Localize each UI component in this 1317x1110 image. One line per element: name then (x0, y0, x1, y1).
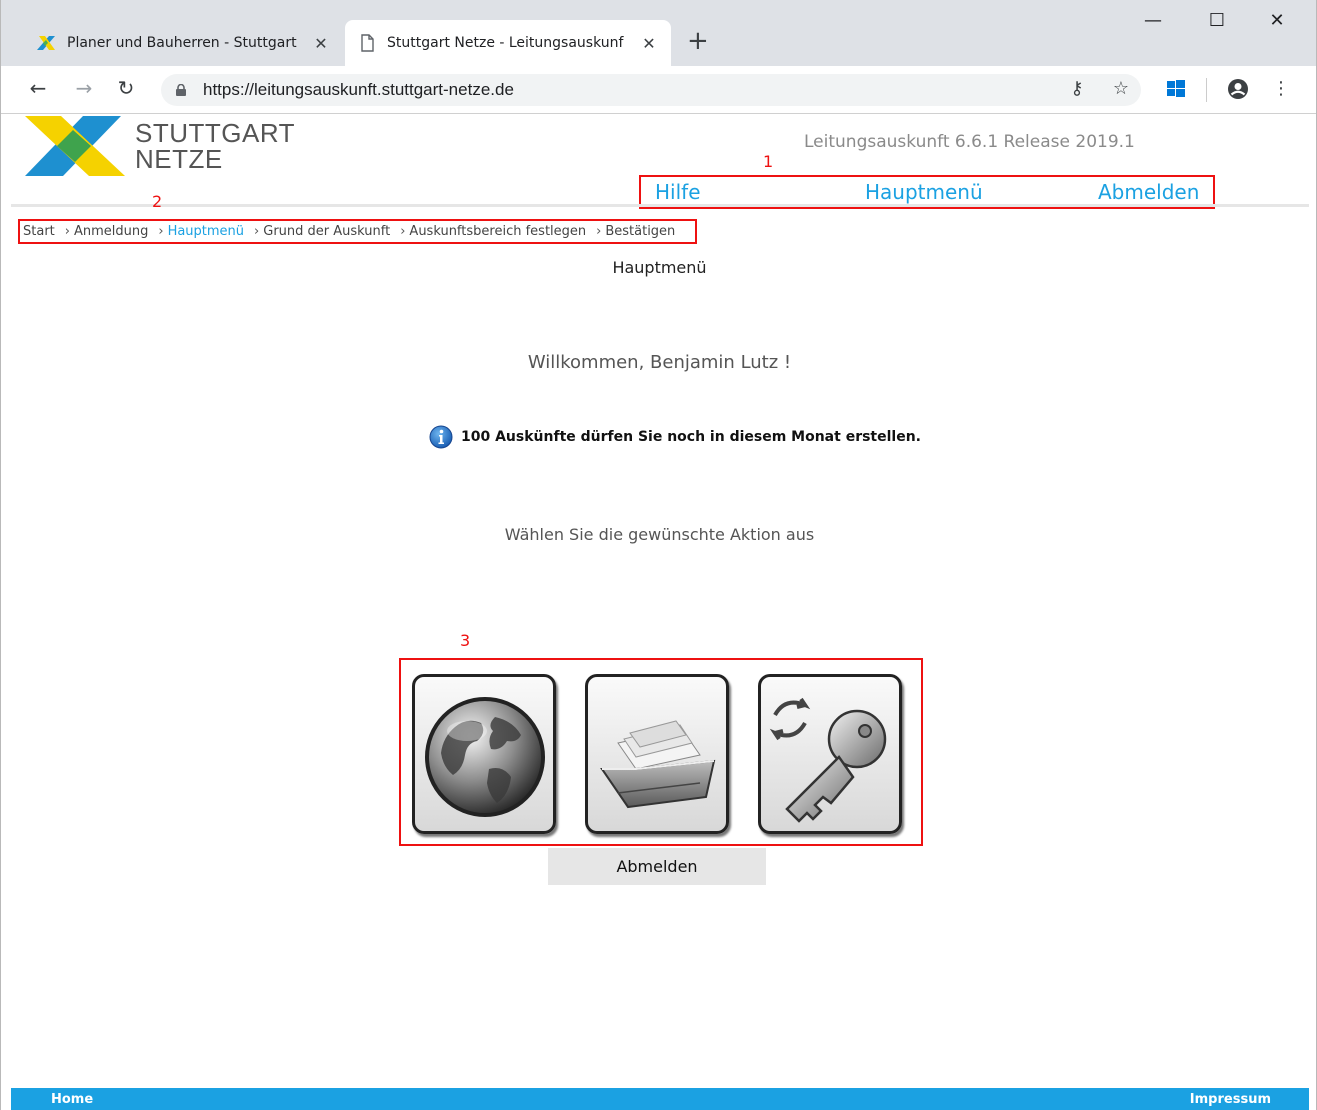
annotation-marker-3: 3 (460, 631, 471, 650)
forward-icon[interactable]: → (69, 76, 99, 100)
key-icon[interactable]: ⚷ (1063, 78, 1091, 99)
tab-bar: Planer und Bauherren - Stuttgart ✕ Stutt… (1, 0, 1316, 66)
quota-text: 100 Auskünfte dürfen Sie noch in diesem … (461, 429, 921, 445)
new-tab-icon[interactable]: + (687, 28, 709, 54)
file-tray-icon (600, 720, 716, 809)
breadcrumb-area: Auskunftsbereich festlegen (409, 224, 587, 239)
stuttgart-netze-favicon-icon (37, 36, 55, 50)
breadcrumb-login[interactable]: Anmeldung (74, 224, 148, 239)
breadcrumb-main-menu[interactable]: Hauptmenü (168, 224, 244, 239)
info-icon (429, 425, 453, 449)
page-footer: Home Impressum (11, 1088, 1309, 1110)
footer-imprint-link[interactable]: Impressum (1190, 1092, 1271, 1107)
menu-dots-icon[interactable]: ⋮ (1267, 78, 1295, 99)
breadcrumb-start[interactable]: Start (23, 224, 55, 239)
browser-toolbar: ← → ↻ https://leitungsauskunft.stuttgart… (1, 66, 1316, 114)
my-requests-button[interactable] (585, 674, 729, 834)
tab-close-icon[interactable]: ✕ (637, 34, 661, 53)
change-password-button[interactable] (758, 674, 902, 834)
back-icon[interactable]: ← (23, 76, 53, 100)
tab-close-icon[interactable]: ✕ (309, 34, 333, 53)
breadcrumb: Start › Anmeldung › Hauptmenü › Grund de… (19, 219, 679, 244)
maximize-icon[interactable]: ☐ (1197, 10, 1237, 31)
breadcrumb-reason: Grund der Auskunft (263, 224, 391, 239)
bookmark-star-icon[interactable]: ☆ (1107, 78, 1135, 99)
url-text: https://leitungsauskunft.stuttgart-netze… (203, 80, 514, 99)
action-prompt: Wählen Sie die gewünschte Aktion aus (504, 525, 815, 544)
annotation-marker-2: 2 (152, 192, 163, 211)
tab-title: Planer und Bauherren - Stuttgart (67, 35, 297, 51)
release-info: Leitungsauskunft 6.6.1 Release 2019.1 (804, 132, 1135, 152)
new-request-button[interactable] (412, 674, 556, 834)
tab-leitungsauskunft[interactable]: Stuttgart Netze - Leitungsauskunf ✕ (345, 20, 671, 66)
profile-icon[interactable] (1227, 78, 1249, 100)
chevron-right-icon: › (158, 224, 164, 239)
header-divider (11, 204, 1309, 207)
nav-main-menu-link[interactable]: Hauptmenü (865, 180, 983, 204)
chevron-right-icon: › (64, 224, 70, 239)
chevron-right-icon: › (596, 224, 602, 239)
minimize-icon[interactable]: — (1133, 10, 1173, 31)
lock-icon (176, 84, 186, 96)
toolbar-divider (1206, 78, 1207, 102)
browser-window: Planer und Bauherren - Stuttgart ✕ Stutt… (0, 0, 1317, 1110)
nav-logout-link[interactable]: Abmelden (1098, 180, 1199, 204)
footer-home-link[interactable]: Home (51, 1092, 93, 1107)
address-bar[interactable]: https://leitungsauskunft.stuttgart-netze… (161, 74, 1141, 106)
quota-info: 100 Auskünfte dürfen Sie noch in diesem … (429, 425, 921, 449)
chevron-right-icon: › (400, 224, 406, 239)
stuttgart-netze-logo (25, 116, 125, 176)
key-change-icon (769, 697, 887, 823)
nav-help-link[interactable]: Hilfe (655, 180, 701, 204)
reload-icon[interactable]: ↻ (111, 76, 141, 100)
windows-extension-icon[interactable] (1167, 80, 1185, 98)
brand-line-2: NETZE (135, 144, 223, 174)
page-icon (361, 34, 374, 52)
welcome-message: Willkommen, Benjamin Lutz ! (527, 352, 792, 373)
page-title: Hauptmenü (612, 258, 707, 277)
annotation-marker-1: 1 (763, 152, 774, 171)
logout-button[interactable]: Abmelden (548, 848, 766, 885)
tab-planer[interactable]: Planer und Bauherren - Stuttgart ✕ (25, 20, 343, 66)
brand-line-1: STUTTGART (135, 118, 296, 148)
chevron-right-icon: › (254, 224, 260, 239)
brand-name: STUTTGART NETZE (135, 120, 295, 172)
breadcrumb-confirm: Bestätigen (605, 224, 676, 239)
globe-icon (425, 697, 545, 817)
window-close-icon[interactable]: ✕ (1257, 10, 1297, 31)
tab-title: Stuttgart Netze - Leitungsauskunf (387, 35, 624, 51)
